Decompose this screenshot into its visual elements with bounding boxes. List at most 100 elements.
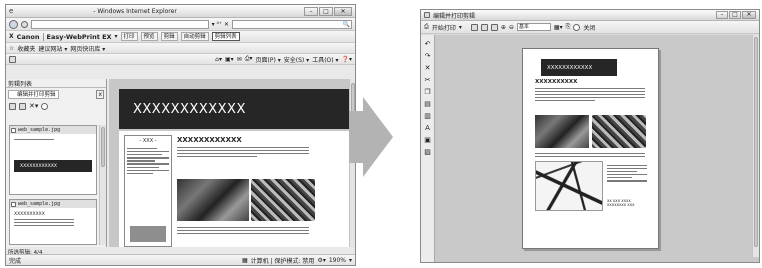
zoom-out-icon[interactable]: ⊖ bbox=[509, 24, 514, 31]
auto-clip-button[interactable]: 自动剪辑 bbox=[180, 32, 209, 41]
clip-banner: XXXXXXXXXXXX bbox=[14, 160, 92, 173]
fav-suggested-sites[interactable]: 建议网站 ▾ bbox=[38, 44, 67, 53]
start-print-button[interactable]: 开始打印 bbox=[432, 23, 456, 32]
preview-banner: XXXXXXXXXXXX bbox=[541, 59, 617, 76]
copy-icon[interactable]: ❐ bbox=[424, 89, 430, 96]
product-name: Easy-WebPrint EX bbox=[42, 32, 112, 41]
editor-titlebar: 编辑并打印剪辑 – □ ✕ bbox=[421, 10, 759, 21]
tools-menu[interactable]: 工具(O) ▾ bbox=[312, 55, 338, 64]
page-banner: XXXXXXXXXXXX bbox=[119, 89, 349, 129]
minimize-button[interactable]: – bbox=[716, 11, 728, 19]
preview-footer: XX XXX XXXX XXXXXXXX XXX bbox=[607, 199, 635, 207]
layout-icon[interactable]: ▦▾ bbox=[554, 24, 563, 31]
checkbox-icon[interactable] bbox=[11, 201, 16, 207]
clip-button[interactable]: 剪辑 bbox=[160, 32, 178, 41]
page-menu[interactable]: 页面(P) ▾ bbox=[256, 55, 281, 64]
paste-special-icon[interactable]: ▥ bbox=[424, 113, 431, 120]
article-photo-left bbox=[177, 179, 249, 221]
print-icon[interactable]: ⎙▾ bbox=[245, 55, 253, 63]
clip-item[interactable]: web_sample.jpg XXXXXXXXXX bbox=[9, 199, 97, 245]
canon-brand: Canon bbox=[16, 32, 40, 41]
edit-print-clips-button[interactable]: 编辑并打印剪辑 bbox=[8, 90, 59, 99]
text-icon[interactable]: A bbox=[425, 125, 430, 132]
mail-icon[interactable]: ✉ bbox=[237, 56, 242, 63]
redo-icon[interactable]: ↷ bbox=[425, 53, 431, 60]
clip-list-button[interactable]: 剪辑列表 bbox=[211, 32, 240, 41]
zone-text: 计算机 | 保护模式: 禁用 bbox=[250, 257, 315, 265]
address-input[interactable] bbox=[31, 19, 209, 29]
home-icon[interactable]: ⌂▾ bbox=[215, 56, 222, 63]
page-tab-icon[interactable] bbox=[9, 55, 16, 63]
fit-width-icon[interactable] bbox=[480, 23, 488, 31]
zoom-chevron-icon[interactable]: ▾ bbox=[349, 257, 352, 264]
protect-icon[interactable]: ⚙▾ bbox=[317, 257, 325, 264]
clip-panel-title: 剪辑列表 bbox=[8, 80, 33, 88]
background-icon[interactable]: ▨ bbox=[424, 149, 431, 156]
select-all-icon[interactable] bbox=[9, 102, 16, 110]
paper-select[interactable]: 基本 bbox=[516, 23, 551, 31]
preview-button[interactable]: 预览 bbox=[140, 32, 158, 41]
minimize-button[interactable]: – bbox=[304, 6, 318, 16]
zoom-level[interactable]: 190% bbox=[329, 257, 346, 264]
undo-icon[interactable]: ↶ bbox=[425, 41, 431, 48]
web-page-area: XXXXXXXXXXXX - XXX - XXXXXXXXXXXX bbox=[109, 79, 355, 247]
help-icon[interactable] bbox=[573, 23, 581, 31]
ie-title: - Windows Internet Explorer bbox=[93, 7, 177, 15]
preview-photo-right bbox=[592, 115, 646, 148]
panel-close-button[interactable]: x bbox=[96, 90, 104, 99]
close-window-button[interactable]: ✕ bbox=[742, 11, 756, 19]
back-icon[interactable] bbox=[9, 19, 18, 29]
address-bar-row: ▾ ⁴⁺ ✕ 🔍 bbox=[6, 18, 355, 31]
favorites-bar: ☆ 收藏夹 建议网站 ▾ 网页快讯库 ▾ bbox=[6, 43, 355, 54]
delete-icon[interactable]: ✕ bbox=[425, 65, 431, 72]
image-icon[interactable]: ▣ bbox=[424, 137, 431, 144]
maximize-button[interactable]: □ bbox=[729, 11, 741, 19]
fav-webslice-gallery[interactable]: 网页快讯库 ▾ bbox=[70, 44, 105, 53]
print-button[interactable]: 打印 bbox=[120, 32, 138, 41]
transition-arrow-icon bbox=[363, 97, 393, 177]
editor-scrollbar[interactable] bbox=[752, 35, 759, 257]
close-editor-button[interactable]: 关闭 bbox=[583, 23, 595, 32]
search-input[interactable]: 🔍 bbox=[232, 19, 352, 29]
command-bar: ⌂▾ ▣▾ ✉ ⎙▾ 页面(P) ▾ 安全(S) ▾ 工具(O) ▾ ❓▾ bbox=[6, 54, 355, 65]
zoom-in-icon[interactable]: ⊕ bbox=[501, 24, 506, 31]
product-chevron-icon[interactable]: ▾ bbox=[115, 33, 118, 40]
fit-page-icon[interactable] bbox=[470, 23, 478, 31]
article-photo-right bbox=[251, 179, 315, 221]
preview-heading: XXXXXXXXXX bbox=[535, 79, 578, 85]
help-icon[interactable] bbox=[41, 102, 49, 110]
feeds-icon[interactable]: ▣▾ bbox=[225, 56, 234, 63]
clip-panel-scrollbar[interactable] bbox=[99, 125, 106, 245]
sidebar-button[interactable] bbox=[130, 226, 166, 242]
print-chevron-icon[interactable]: ▾ bbox=[459, 24, 462, 31]
page-preview: XXXXXXXXXXXX XXXXXXXXXX XX XXX XXXX XXXX… bbox=[522, 48, 659, 249]
ie-window: e - Windows Internet Explorer – □ ✕ ▾ ⁴⁺… bbox=[5, 4, 356, 266]
clip-filename: web_sample.jpg bbox=[18, 127, 61, 133]
help-icon[interactable]: ❓▾ bbox=[342, 56, 352, 63]
close-window-button[interactable]: ✕ bbox=[334, 6, 352, 16]
page-scrollbar[interactable] bbox=[349, 79, 355, 247]
print-icon[interactable]: ⎙ bbox=[424, 23, 429, 31]
preview-photo-left bbox=[535, 115, 589, 148]
page-sidebar: - XXX - bbox=[124, 135, 172, 247]
tab-close-button[interactable]: X bbox=[9, 33, 14, 40]
settings-icon[interactable]: ⎘ bbox=[566, 23, 571, 31]
favorites-label[interactable]: 收藏夹 bbox=[17, 44, 35, 53]
safety-menu[interactable]: 安全(S) ▾ bbox=[284, 55, 309, 64]
ie-statusbar: 完成 ▦ 计算机 | 保护模式: 禁用 ⚙▾ 190% ▾ bbox=[6, 254, 355, 265]
paste-icon[interactable]: ▤ bbox=[424, 101, 431, 108]
go-arrows-icon[interactable]: ▾ ⁴⁺ ✕ bbox=[212, 21, 229, 28]
actual-size-icon[interactable] bbox=[490, 23, 498, 31]
clip-filename: web_sample.jpg bbox=[18, 201, 61, 207]
search-icon[interactable]: 🔍 bbox=[343, 21, 350, 28]
favorites-star-icon[interactable]: ☆ bbox=[9, 45, 14, 52]
clip-item[interactable]: web_sample.jpg XXXXXXXXXXXX bbox=[9, 125, 97, 195]
ie-titlebar: e - Windows Internet Explorer – □ ✕ bbox=[6, 5, 355, 18]
delete-icon[interactable]: ✕▾ bbox=[29, 102, 38, 110]
maximize-button[interactable]: □ bbox=[319, 6, 333, 16]
cut-icon[interactable]: ✂ bbox=[425, 77, 431, 84]
editor-toolbar: ⎙ 开始打印 ▾ ⊕ ⊖ 基本 ▦▾ ⎘ 关闭 bbox=[421, 21, 759, 34]
forward-icon[interactable] bbox=[21, 20, 28, 28]
grid-icon[interactable] bbox=[19, 102, 26, 110]
checkbox-icon[interactable] bbox=[11, 127, 16, 133]
